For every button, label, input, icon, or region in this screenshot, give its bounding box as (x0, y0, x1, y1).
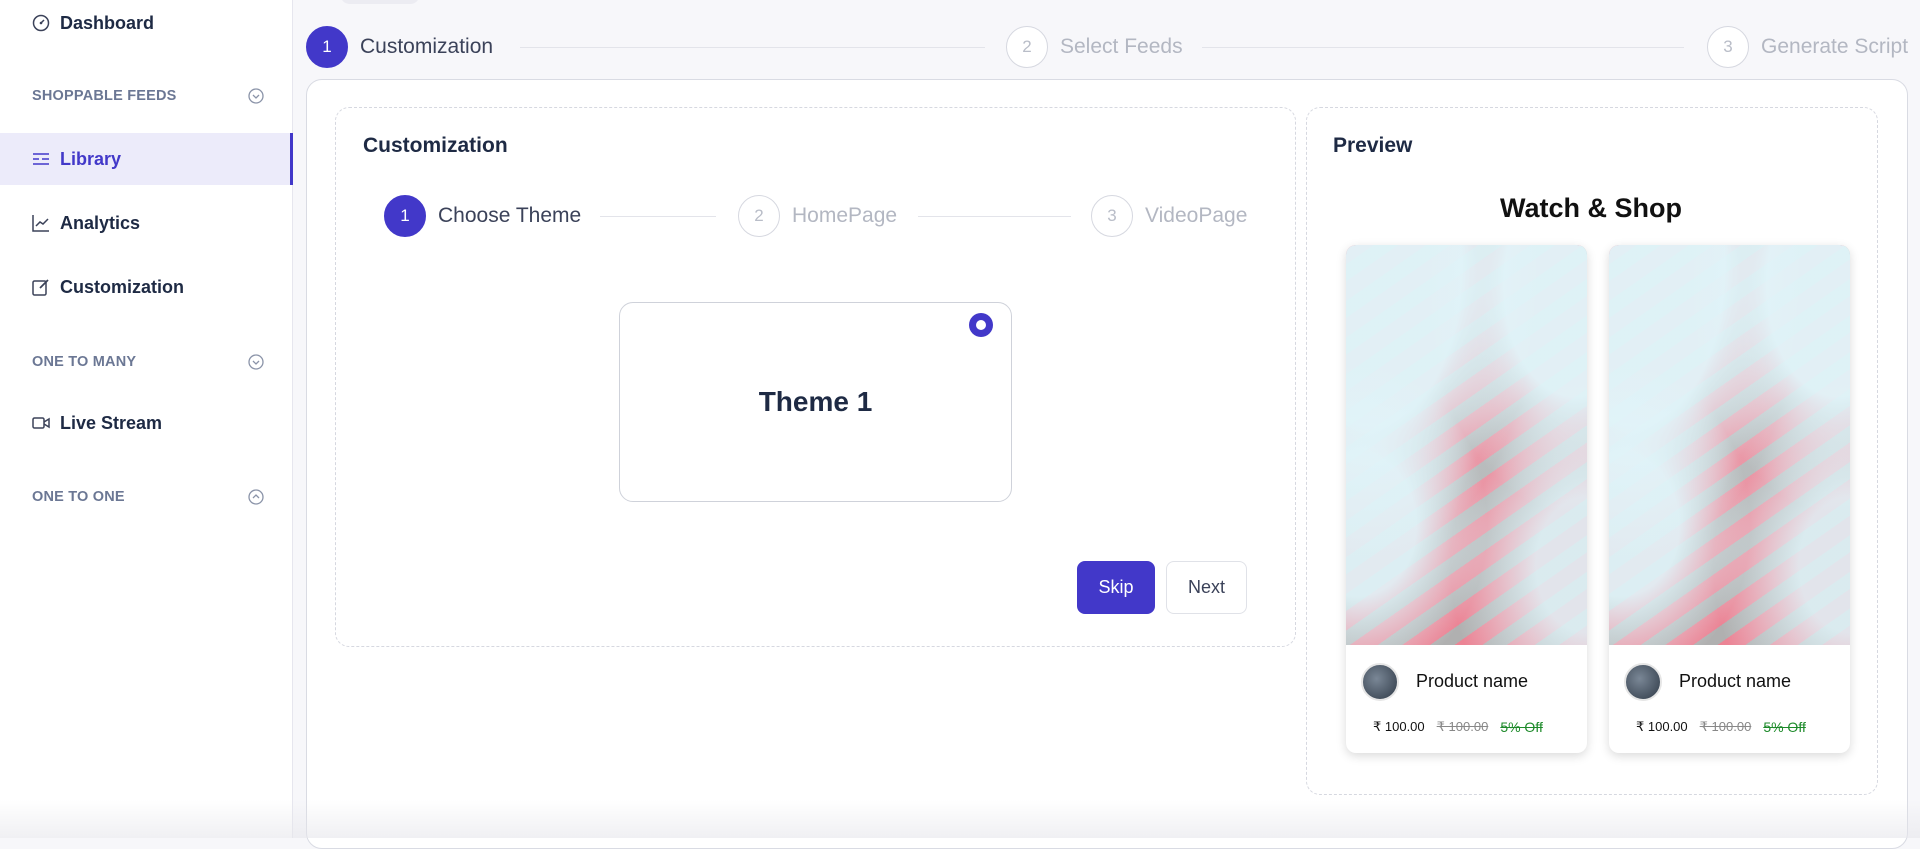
step-label: HomePage (792, 204, 898, 227)
step-number: 1 (306, 26, 348, 68)
sidebar-item-library[interactable]: Library (0, 133, 293, 185)
section-one-to-one[interactable]: ONE TO ONE (32, 489, 264, 505)
price-original: ₹ 100.00 (1436, 719, 1489, 734)
product-card[interactable]: Product name ₹ 100.00 ₹ 100.00 5% Off (1609, 245, 1850, 753)
product-info: Product name ₹ 100.00 ₹ 100.00 5% Off (1346, 645, 1587, 753)
sidebar-item-label: Live Stream (60, 412, 163, 433)
top-tab (340, 0, 420, 4)
sidebar-item-dashboard[interactable]: Dashboard (0, 0, 293, 49)
price-discount: 5% Off (1763, 719, 1806, 735)
product-name: Product name (1679, 671, 1792, 691)
stepper-connector (600, 216, 716, 217)
price-original: ₹ 100.00 (1699, 719, 1752, 734)
bottom-fade (0, 800, 1920, 838)
stepper-connector (1202, 47, 1684, 48)
sidebar-item-label: Library (60, 148, 122, 169)
sidebar-item-label: Analytics (60, 212, 141, 233)
product-name: Product name (1416, 671, 1529, 691)
step-customization[interactable]: 1 Customization (306, 26, 493, 68)
video-camera-icon (32, 414, 50, 432)
skip-button[interactable]: Skip (1077, 561, 1155, 614)
section-shoppable-feeds[interactable]: SHOPPABLE FEEDS (32, 88, 264, 104)
panel-title: Preview (1333, 134, 1413, 157)
theme-card[interactable]: Theme 1 (619, 302, 1012, 502)
product-prices: ₹ 100.00 ₹ 100.00 5% Off (1373, 719, 1543, 735)
stepper-connector (918, 216, 1071, 217)
step-choose-theme[interactable]: 1 Choose Theme (384, 195, 581, 237)
product-image (1609, 245, 1850, 645)
next-button[interactable]: Next (1166, 561, 1247, 614)
step-label: Choose Theme (438, 204, 582, 227)
step-label: VideoPage (1145, 204, 1248, 227)
chevron-down-icon (248, 354, 264, 370)
price-discount: 5% Off (1500, 719, 1543, 735)
step-label: Generate Script (1761, 35, 1909, 58)
sidebar-item-label: Customization (60, 276, 184, 297)
product-info: Product name ₹ 100.00 ₹ 100.00 5% Off (1609, 645, 1850, 753)
section-one-to-many[interactable]: ONE TO MANY (32, 354, 264, 370)
step-number: 2 (1006, 26, 1048, 68)
chevron-up-icon (248, 489, 264, 505)
step-number: 3 (1091, 195, 1133, 237)
product-prices: ₹ 100.00 ₹ 100.00 5% Off (1636, 719, 1806, 735)
sidebar-item-label: Dashboard (60, 12, 155, 33)
sidebar-item-live-stream[interactable]: Live Stream (0, 397, 293, 449)
product-card[interactable]: Product name ₹ 100.00 ₹ 100.00 5% Off (1346, 245, 1587, 753)
theme-name: Theme 1 (758, 386, 873, 417)
price-current: ₹ 100.00 (1373, 719, 1425, 734)
panel-title: Customization (363, 134, 508, 157)
preview-heading: Watch & Shop (1500, 193, 1682, 223)
step-generate-script[interactable]: 3 Generate Script (1707, 26, 1908, 68)
stepper-connector (520, 47, 985, 48)
step-number: 3 (1707, 26, 1749, 68)
product-image (1346, 245, 1587, 645)
step-number: 2 (738, 195, 780, 237)
edit-icon (32, 278, 50, 296)
step-label: Customization (360, 35, 494, 58)
product-thumbnail (1361, 663, 1399, 701)
chevron-down-icon (248, 88, 264, 104)
step-number: 1 (384, 195, 426, 237)
radio-selected-icon[interactable] (969, 313, 993, 337)
step-select-feeds[interactable]: 2 Select Feeds (1006, 26, 1183, 68)
chart-line-icon (32, 214, 50, 232)
price-current: ₹ 100.00 (1636, 719, 1688, 734)
step-label: Select Feeds (1060, 35, 1183, 58)
step-videopage[interactable]: 3 VideoPage (1091, 195, 1247, 237)
section-label: ONE TO MANY (32, 354, 137, 370)
sidebar-item-customization[interactable]: Customization (0, 261, 293, 313)
sidebar: Dashboard SHOPPABLE FEEDS Library Analyt… (0, 0, 293, 838)
library-icon (32, 150, 50, 168)
section-label: ONE TO ONE (32, 489, 125, 505)
sidebar-item-analytics[interactable]: Analytics (0, 197, 293, 249)
product-thumbnail (1624, 663, 1662, 701)
step-homepage[interactable]: 2 HomePage (738, 195, 897, 237)
section-label: SHOPPABLE FEEDS (32, 88, 177, 104)
dashboard-icon (32, 14, 50, 32)
